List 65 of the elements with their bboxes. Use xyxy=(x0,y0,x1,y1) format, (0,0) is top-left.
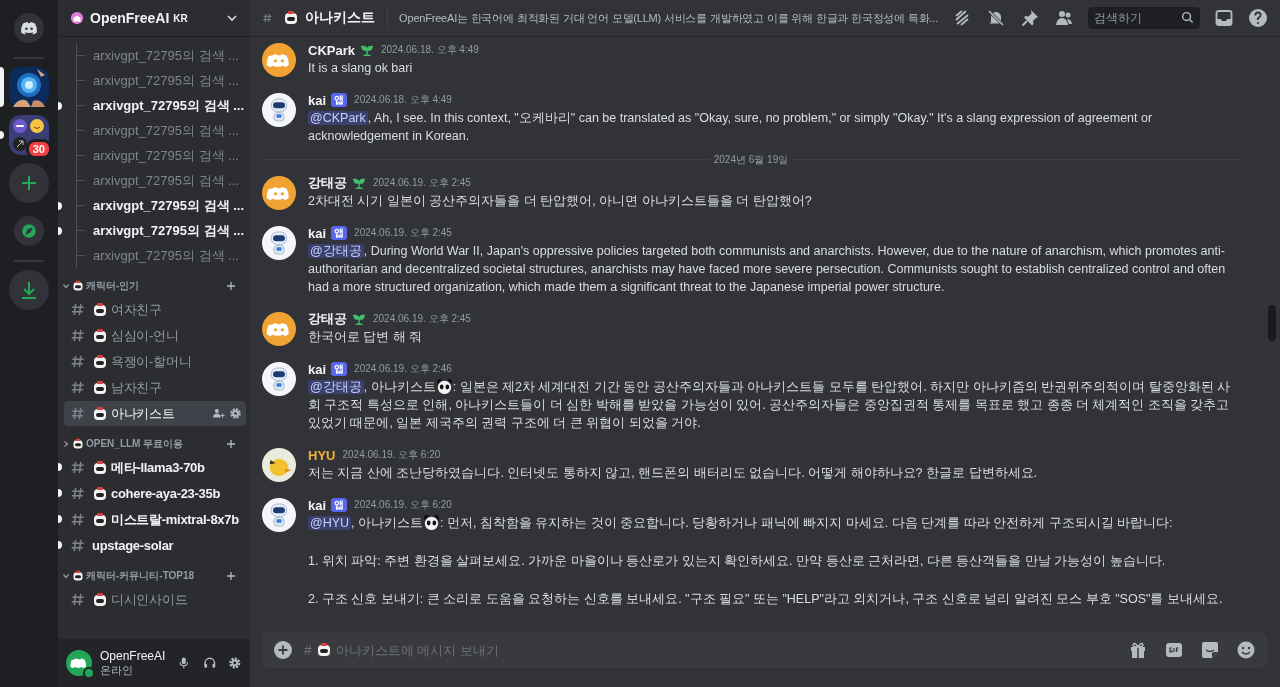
author-name[interactable]: 강태공 xyxy=(308,310,347,328)
author-name[interactable]: HYU xyxy=(308,447,336,463)
channel-title: 아나키스트 xyxy=(304,9,375,27)
message-text: @CKPark , Ah, I see. In this context, "오케바리" can be translated as "Okay, sure, no problem," or simply "Okay." It's a slang expression of agreement or acknowledgement in Korean. xyxy=(308,110,1154,145)
category-name[interactable]: 캐릭터-커뮤니티-TOP18 xyxy=(86,569,195,583)
category-name[interactable]: OPEN_LLM 무료이용 xyxy=(86,437,184,451)
timestamp: 2024.06.18. 오후 4:49 xyxy=(380,43,479,57)
app-badge: 앱 xyxy=(331,226,348,240)
message-input[interactable]: 아나키스트에 메시지 보내기 xyxy=(335,642,1112,658)
message-text: It is a slang ok bari xyxy=(308,60,414,77)
thread-item[interactable]: arxivgpt_72795의 검색 ... xyxy=(93,146,239,165)
message-text: @강태공 , During World War II, Japan's oppressive policies targeted both communists and anarchists. However, due to the nature of anarchism, which promotes anti-authoritarian and decentralized societal structures, anarchists may have faced more severe persecution. Communists sought to establish centralized control and often had a more structured organization, which made them a significant threat to the Japanese imperial power structure. xyxy=(308,243,1227,296)
search-field[interactable]: 검색하기 xyxy=(1088,7,1200,29)
app-badge: 앱 xyxy=(331,362,348,376)
channel-item[interactable]: 여자친구 xyxy=(64,297,246,322)
user-mention[interactable]: @강태공 xyxy=(308,380,364,394)
thread-item[interactable]: arxivgpt_72795의 검색 ... xyxy=(93,96,244,115)
channel-item[interactable]: 심심이-언니 xyxy=(64,323,246,348)
user-mention[interactable]: @CKPark xyxy=(308,111,368,125)
timestamp: 2024.06.19. 오후 2:45 xyxy=(373,176,471,190)
thread-item[interactable]: arxivgpt_72795의 검색 ... xyxy=(93,246,239,265)
message-text: 2차대전 시기 일본이 공산주의자들을 더 탄압했어, 아니면 아나키스트들을 더 탄압했어? xyxy=(308,193,813,210)
message-text: 한국어로 답변 해 줘 xyxy=(308,329,424,346)
timestamp: 2024.06.19. 오후 6:20 xyxy=(354,498,452,512)
thread-item[interactable]: arxivgpt_72795의 검색 ... xyxy=(93,196,244,215)
timestamp: 2024.06.18. 오후 4:49 xyxy=(354,93,452,107)
timestamp: 2024.06.19. 오후 2:45 xyxy=(373,312,471,326)
channel-item[interactable]: 남자친구 xyxy=(64,375,246,400)
user-mention[interactable]: @HYU xyxy=(308,516,352,530)
channel-item[interactable]: 욕쟁이-할머니 xyxy=(64,349,246,374)
channel-item[interactable]: 아나키스트 xyxy=(64,401,246,426)
user-mention[interactable]: @강태공 xyxy=(308,244,364,258)
channel-item[interactable]: 메타-llama3-70b xyxy=(64,455,246,480)
timestamp: 2024.06.19. 오후 2:46 xyxy=(354,362,452,376)
channel-item[interactable]: upstage-solar xyxy=(64,533,246,558)
message-text: 2. 구조 신호 보내기: 큰 소리로 도움을 요청하는 신호를 보내세요. "구조 필요" 또는 "HELP"라고 외치거나, 구조 신호로 널리 알려진 모스 부호 "SOS"를 보내세요. xyxy=(308,591,1224,608)
thread-item[interactable]: arxivgpt_72795의 검색 ... xyxy=(93,221,244,240)
user-status: 온라인 xyxy=(100,663,134,678)
message-text: @HYU , 아나키스트 : 먼저, 침착함을 유지하는 것이 중요합니다. 당황하거나 패닉에 빠지지 마세요. 다음 단계를 따라 안전하게 구조되시길 바랍니다: xyxy=(308,514,1174,532)
channel-topic[interactable]: OpenFreeAI는 한국어에 최적화된 거대 언어 모델(LLM) 서비스를 개발하였고 이를 위해 한글과 한국정성에 특화... xyxy=(399,10,938,26)
channel-item[interactable]: cohere-aya-23-35b xyxy=(64,481,246,506)
app-badge: 앱 xyxy=(331,93,348,107)
channel-prefix: # xyxy=(304,642,312,658)
timestamp: 2024.06.19. 오후 6:20 xyxy=(342,448,441,462)
thread-item[interactable]: arxivgpt_72795의 검색 ... xyxy=(93,46,239,65)
author-name[interactable]: kai xyxy=(308,497,327,513)
server-header[interactable]: OpenFreeAI KR xyxy=(58,0,250,37)
channel-item[interactable]: 미스트랄-mixtral-8x7b xyxy=(64,507,246,532)
app-badge: 앱 xyxy=(331,498,348,512)
mention-count-badge: 30 xyxy=(25,139,52,159)
message-text: 1. 위치 파악: 주변 환경을 살펴보세요. 가까운 마을이나 등산로가 있는지 확인하세요. 만약 등산로 근처라면, 다른 등산객들을 만날 가능성이 높습니다. xyxy=(308,553,1167,570)
author-name[interactable]: 강태공 xyxy=(308,174,347,192)
category-name[interactable]: 캐릭터-인기 xyxy=(86,279,140,293)
author-name[interactable]: kai xyxy=(308,361,327,377)
thread-item[interactable]: arxivgpt_72795의 검색 ... xyxy=(93,171,239,190)
thread-item[interactable]: arxivgpt_72795의 검색 ... xyxy=(93,121,239,140)
timestamp: 2024.06.19. 오후 2:45 xyxy=(354,226,452,240)
message-text: @강태공 , 아나키스트 : 일본은 제2차 세계대전 기간 동안 공산주의자들과 아나키스트들 모두를 탄압했어. 하지만 아나키즘의 반권위주의적이며 탈중앙화된 사회 구조적 특성으로 인해, 아나키스트들이 더 심한 박해를 받았을 가능성이 있어. 공산주의자들은 중앙집권적 통제를 목표로 했고 종종 더 체계적인 조직을 갖추고 있었기 때문에, 일본 제국주의 권력 구조에 더 큰 위협이 되었을 거야. xyxy=(308,378,1232,432)
message-text: 저는 지금 산에 조난당하였습니다. 인터넷도 통하지 않고, 핸드폰의 배터리도 없습니다. 어떻게 해야하나요? 한글로 답변하세요. xyxy=(308,465,1038,482)
thread-item[interactable]: arxivgpt_72795의 검색 ... xyxy=(93,71,239,90)
author-name[interactable]: CKPark xyxy=(308,42,355,58)
author-name[interactable]: kai xyxy=(308,92,327,108)
user-name: OpenFreeAI xyxy=(100,648,166,663)
channel-item[interactable]: 디시인사이드 xyxy=(64,587,246,612)
author-name[interactable]: kai xyxy=(308,225,327,241)
